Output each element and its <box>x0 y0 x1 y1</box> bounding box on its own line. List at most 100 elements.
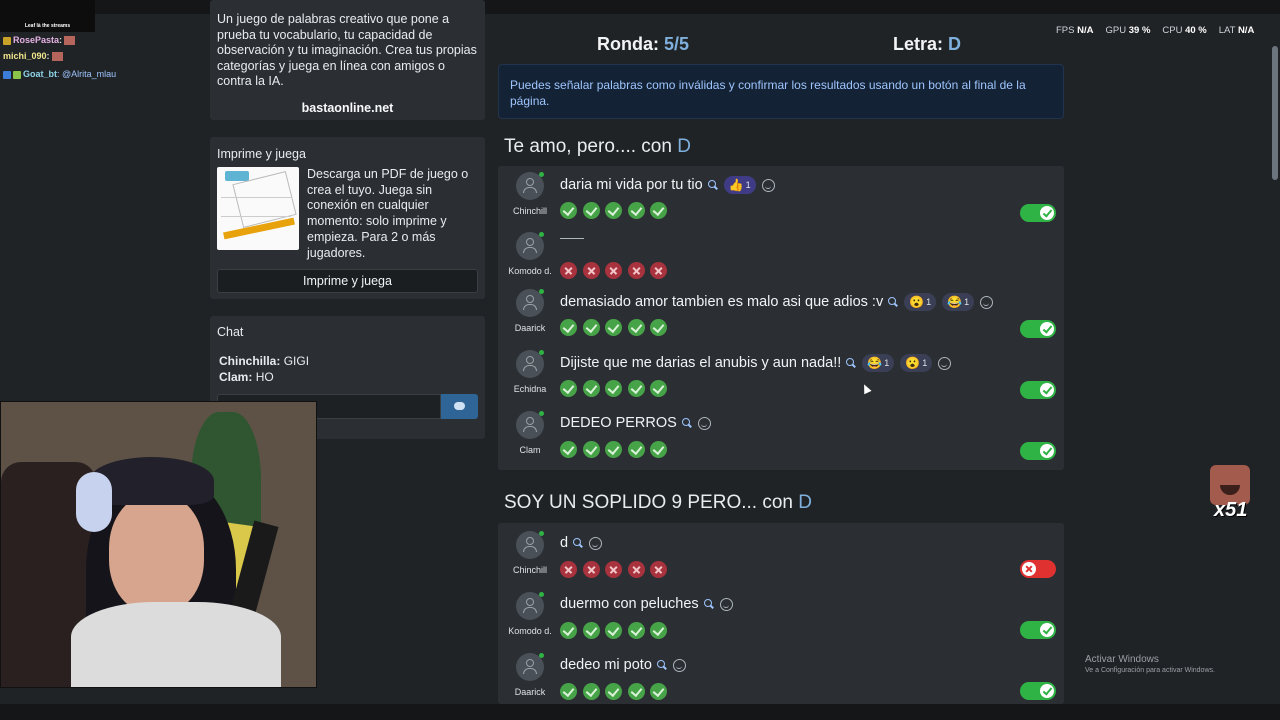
reaction-count: 1 <box>926 297 932 307</box>
category-heading: SOY UN SOPLIDO 9 PERO... con D <box>504 492 812 514</box>
vote-approve-icon <box>627 622 645 639</box>
vote-approve-icon <box>582 202 600 219</box>
vote-reject-icon <box>582 561 600 578</box>
overlay-chat-user: michi_090 <box>3 51 47 61</box>
bottom-band <box>0 704 1280 720</box>
round-value: 5/5 <box>664 34 690 54</box>
validity-toggle[interactable] <box>1020 381 1056 399</box>
answer-text: DEDEO PERROS <box>560 415 677 431</box>
answer: d <box>560 535 603 551</box>
reaction-emoji: 😂 <box>947 295 963 309</box>
vote-reject-icon <box>560 262 577 279</box>
search-icon[interactable] <box>888 297 898 307</box>
chat-text: GIGI <box>283 354 310 368</box>
vote-reject-icon <box>650 262 667 279</box>
add-reaction-icon[interactable] <box>761 178 775 192</box>
vote-approve-icon <box>605 441 622 458</box>
intro-text: Un juego de palabras creativo que pone a… <box>217 12 477 88</box>
check-icon <box>1040 322 1054 336</box>
category-title: Te amo, pero.... con <box>504 136 672 157</box>
search-icon[interactable] <box>656 660 667 670</box>
vote-approve-icon <box>650 683 667 700</box>
print-card-title: Imprime y juega <box>217 147 306 161</box>
search-icon[interactable] <box>681 418 692 428</box>
print-and-play-button[interactable]: Imprime y juega <box>217 269 478 294</box>
overlay-chat-line: michi_090: <box>3 48 63 64</box>
sub-badge-icon <box>13 70 21 79</box>
add-reaction-icon[interactable] <box>589 536 603 550</box>
search-icon[interactable] <box>707 180 718 190</box>
validity-toggle[interactable] <box>1020 682 1056 700</box>
online-status-dot <box>539 653 544 658</box>
vote-approve-icon <box>627 319 645 336</box>
vote-approve-icon <box>650 622 667 639</box>
validity-toggle[interactable] <box>1020 621 1056 639</box>
vote-list <box>560 202 673 219</box>
add-reaction-icon[interactable] <box>980 295 994 309</box>
online-status-dot <box>539 289 544 294</box>
vote-approve-icon <box>627 441 645 458</box>
performance-hud: FPS N/A GPU 39 % CPU 40 % LAT N/A <box>1056 25 1272 39</box>
vote-list <box>560 262 673 279</box>
answer: Dijiste que me darias el anubis y aun na… <box>560 354 952 372</box>
round-header: Ronda: 5/5 Letra: D <box>498 34 1064 58</box>
vote-approve-icon <box>650 441 667 458</box>
user-icon <box>526 598 534 606</box>
add-reaction-icon[interactable] <box>672 658 686 672</box>
reaction-pill[interactable]: 👍 1 <box>723 176 756 194</box>
add-reaction-icon[interactable] <box>719 597 733 611</box>
check-icon <box>1040 623 1054 637</box>
vote-approve-icon <box>560 319 577 336</box>
search-icon[interactable] <box>573 538 583 548</box>
close-icon <box>1022 562 1036 576</box>
search-icon[interactable] <box>703 599 714 609</box>
chat-message: Chinchilla: GIGI <box>217 353 478 369</box>
validity-toggle[interactable] <box>1020 442 1056 460</box>
vote-reject-icon <box>560 561 577 578</box>
online-status-dot <box>539 172 544 177</box>
site-link[interactable]: bastaonline.net <box>217 101 478 115</box>
validity-toggle[interactable] <box>1020 320 1056 338</box>
answer: dedeo mi poto <box>560 657 686 673</box>
online-status-dot <box>539 411 544 416</box>
vote-approve-icon <box>627 202 645 219</box>
emote-count: x51 <box>1214 499 1248 521</box>
answer-text: dedeo mi poto <box>560 657 652 673</box>
reaction-pill[interactable]: 😂 1 <box>862 354 895 372</box>
vote-reject-icon <box>605 262 622 279</box>
chat-send-button[interactable] <box>441 394 478 419</box>
online-status-dot <box>539 232 544 237</box>
answer: DEDEO PERROS <box>560 415 711 431</box>
reaction-count: 1 <box>745 180 751 190</box>
reaction-pill[interactable]: 😮 1 <box>904 293 937 311</box>
answer-row: Echidna Dijiste que me darias el anubis y… <box>498 350 1064 410</box>
add-reaction-icon[interactable] <box>697 416 711 430</box>
windows-activation-watermark: Activar Windows Ve a Configuración para … <box>1085 654 1215 674</box>
page-scrollbar[interactable] <box>1272 46 1278 180</box>
player-name: Komodo d. <box>508 266 552 276</box>
activation-title: Activar Windows <box>1085 654 1159 665</box>
validity-toggle[interactable] <box>1020 560 1056 578</box>
answers-card: Chinchill daria mi vida por tu tio 👍 1 Komod… <box>498 166 1064 470</box>
reaction-pill[interactable]: 😮 1 <box>900 354 933 372</box>
reaction-emoji: 😂 <box>867 356 883 370</box>
intro-card: Un juego de palabras creativo que pone a… <box>210 0 485 120</box>
player-name: Chinchill <box>512 565 547 575</box>
avatar <box>516 232 544 260</box>
answer-row: Chinchill daria mi vida por tu tio 👍 1 <box>498 172 1064 232</box>
printable-game-image <box>217 167 299 250</box>
player-name: Komodo d. <box>508 626 552 636</box>
reaction-pill[interactable]: 😂 1 <box>942 293 975 311</box>
avatar <box>516 411 544 439</box>
online-status-dot <box>539 350 544 355</box>
overlay-banner: Leaf là the streams <box>0 0 95 32</box>
search-icon[interactable] <box>846 358 856 368</box>
hud-item: LAT N/A <box>1219 25 1255 39</box>
chat-text: HO <box>255 370 274 384</box>
empty-answer <box>560 238 584 239</box>
add-reaction-icon[interactable] <box>938 356 952 370</box>
vote-reject-icon <box>627 262 645 279</box>
validity-toggle[interactable] <box>1020 204 1056 222</box>
user-icon <box>526 417 534 425</box>
answer-text: demasiado amor tambien es malo asi que a… <box>560 294 884 310</box>
